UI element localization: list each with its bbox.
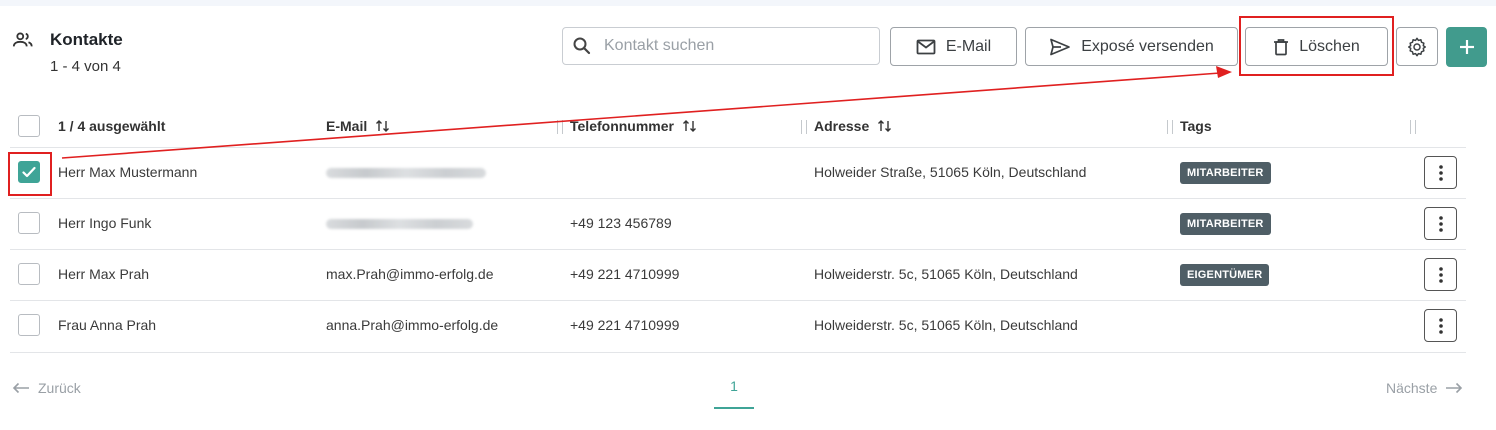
contact-email[interactable]: max.Prah@immo-erfolg.de <box>326 266 494 282</box>
search-box[interactable] <box>562 27 880 65</box>
more-vertical-icon <box>1438 266 1443 283</box>
search-input[interactable] <box>602 36 866 56</box>
column-resizer[interactable] <box>1167 120 1173 134</box>
sort-icon[interactable] <box>375 119 391 133</box>
column-header-tags: Tags <box>1180 118 1212 134</box>
column-resizer[interactable] <box>1410 120 1416 134</box>
page-title: Kontakte <box>50 30 123 49</box>
column-resizer[interactable] <box>557 120 563 134</box>
pagination-next[interactable]: Nächste <box>1386 380 1463 396</box>
row-checkbox[interactable] <box>18 212 40 234</box>
gear-icon <box>1408 37 1426 56</box>
arrow-left-icon <box>12 382 29 394</box>
selection-count: 1 / 4 ausgewählt <box>58 118 166 134</box>
contact-address: Holweiderstr. 5c, 51065 Köln, Deutschlan… <box>814 266 1078 282</box>
contact-phone: +49 123 456789 <box>570 215 672 231</box>
settings-button[interactable] <box>1396 27 1438 66</box>
email-button[interactable]: E-Mail <box>890 27 1017 66</box>
column-header-phone[interactable]: Telefonnummer <box>570 118 698 134</box>
search-icon <box>573 37 591 55</box>
send-icon <box>1050 38 1071 55</box>
email-button-label: E-Mail <box>945 37 992 55</box>
pagination-prev[interactable]: Zurück <box>12 380 81 396</box>
send-expose-button[interactable]: Exposé versenden <box>1025 27 1238 66</box>
select-all-checkbox[interactable] <box>18 115 40 137</box>
pagination-active-indicator <box>714 407 754 409</box>
tag-badge: EIGENTÜMER <box>1180 264 1270 286</box>
contact-name[interactable]: Herr Max Mustermann <box>58 164 197 180</box>
annotation-highlight-checkbox <box>8 152 52 196</box>
row-menu-button[interactable] <box>1424 207 1457 240</box>
email-blurred <box>326 219 473 229</box>
plus-icon <box>1459 40 1474 54</box>
row-menu-button[interactable] <box>1424 156 1457 189</box>
pagination-prev-label: Zurück <box>38 380 81 396</box>
contact-email[interactable]: anna.Prah@immo-erfolg.de <box>326 317 498 333</box>
pagination-next-label: Nächste <box>1386 380 1438 396</box>
more-vertical-icon <box>1438 317 1443 334</box>
top-strip <box>0 0 1496 6</box>
contact-name[interactable]: Herr Max Prah <box>58 266 149 282</box>
column-resizer[interactable] <box>801 120 807 134</box>
tag-badge: MITARBEITER <box>1180 213 1271 235</box>
row-checkbox[interactable] <box>18 263 40 285</box>
column-header-email[interactable]: E-Mail <box>326 118 391 134</box>
row-checkbox[interactable] <box>18 314 40 336</box>
contact-name[interactable]: Herr Ingo Funk <box>58 215 151 231</box>
column-phone-label: Telefonnummer <box>570 118 674 134</box>
contact-address: Holweider Straße, 51065 Köln, Deutschlan… <box>814 164 1087 180</box>
pagination-page-current[interactable]: 1 <box>714 378 754 394</box>
add-contact-button[interactable] <box>1446 27 1487 67</box>
sort-icon[interactable] <box>877 119 893 133</box>
contact-phone: +49 221 4710999 <box>570 266 680 282</box>
arrow-right-icon <box>1446 382 1463 394</box>
more-vertical-icon <box>1438 164 1443 181</box>
sort-icon[interactable] <box>682 119 698 133</box>
row-menu-button[interactable] <box>1424 258 1457 291</box>
record-count: 1 - 4 von 4 <box>50 58 121 75</box>
tag-badge: MITARBEITER <box>1180 162 1271 184</box>
email-blurred <box>326 168 486 178</box>
more-vertical-icon <box>1438 215 1443 232</box>
column-header-address[interactable]: Adresse <box>814 118 893 134</box>
column-email-label: E-Mail <box>326 118 368 134</box>
send-expose-label: Exposé versenden <box>1081 37 1214 55</box>
column-address-label: Adresse <box>814 118 870 134</box>
contact-address: Holweiderstr. 5c, 51065 Köln, Deutschlan… <box>814 317 1078 333</box>
people-icon <box>12 32 33 47</box>
mail-icon <box>916 39 936 54</box>
contact-name[interactable]: Frau Anna Prah <box>58 317 156 333</box>
contact-phone: +49 221 4710999 <box>570 317 680 333</box>
table-row[interactable] <box>10 300 1466 353</box>
annotation-highlight-delete <box>1239 16 1394 76</box>
column-tags-label: Tags <box>1180 118 1212 134</box>
row-menu-button[interactable] <box>1424 309 1457 342</box>
